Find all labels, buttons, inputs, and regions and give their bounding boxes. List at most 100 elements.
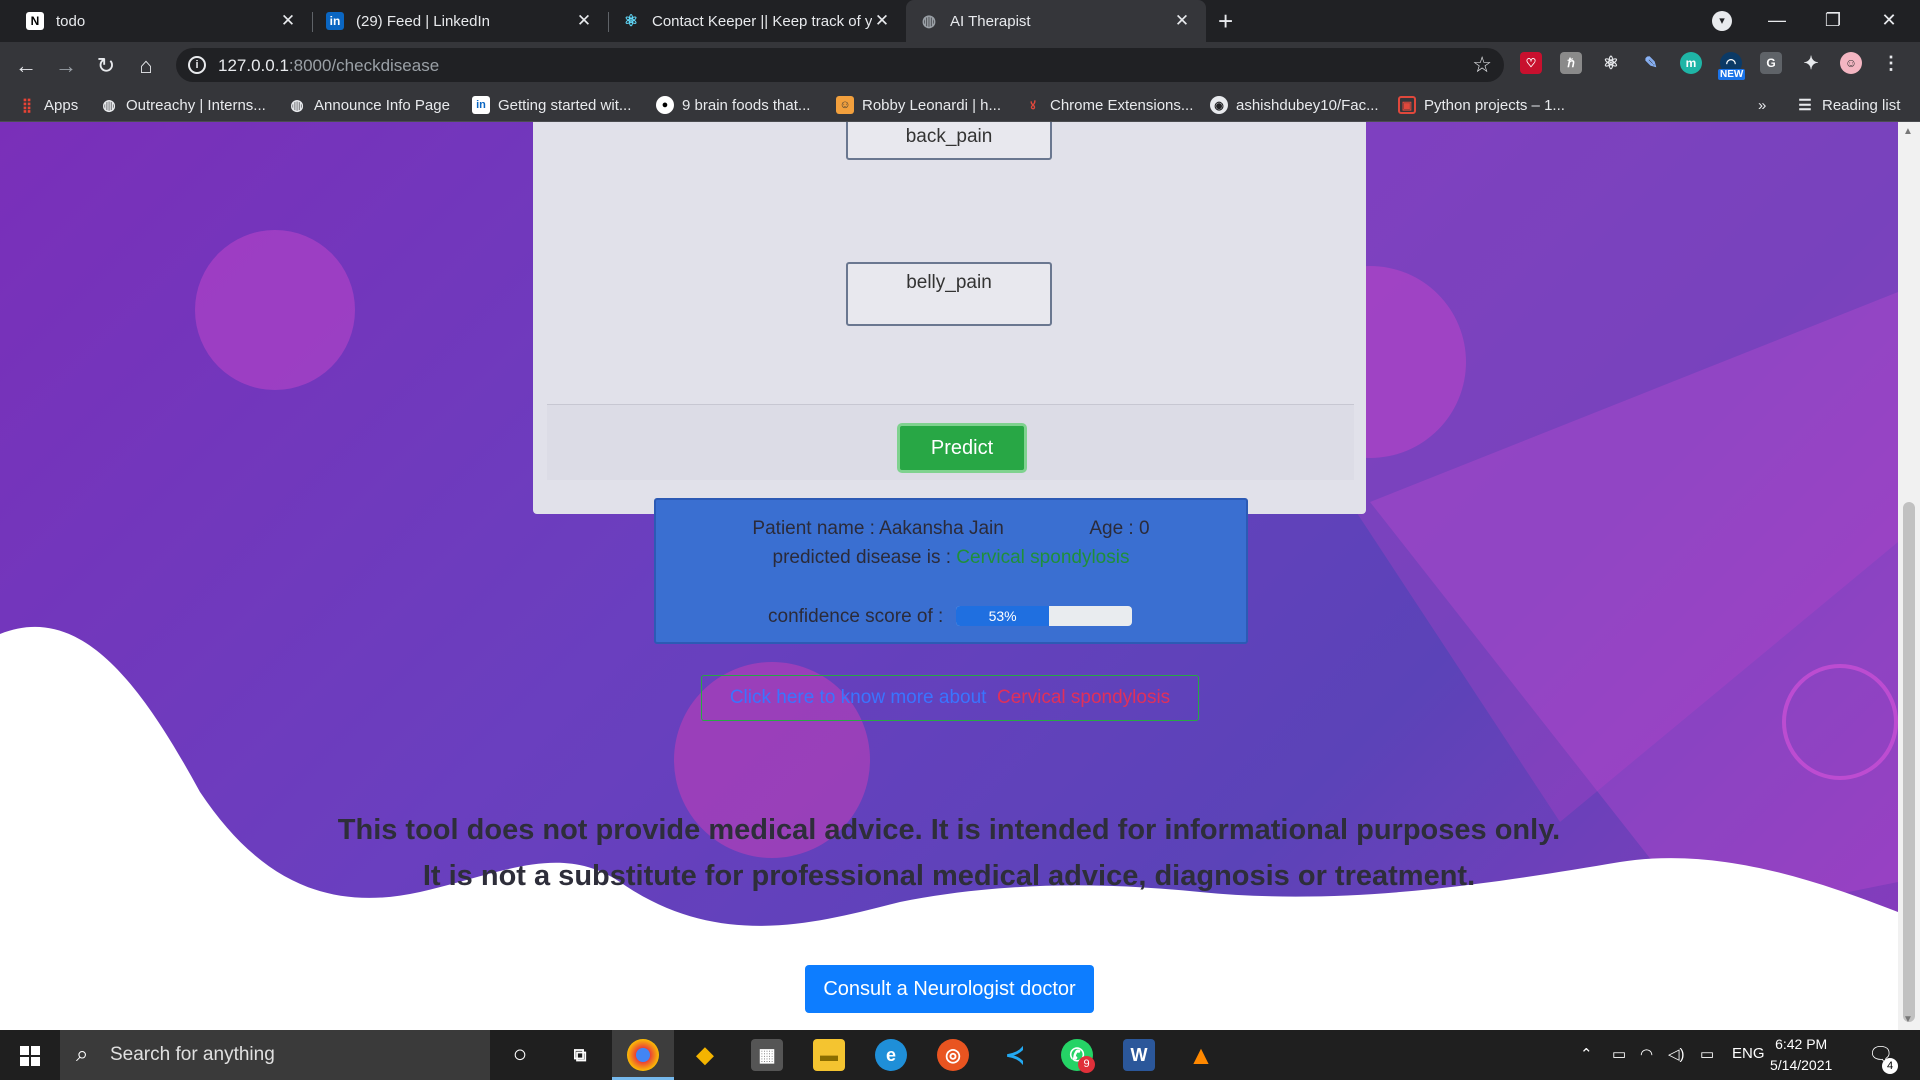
close-icon[interactable]: ✕ bbox=[872, 11, 892, 31]
edge-icon[interactable]: e bbox=[875, 1039, 907, 1071]
url-path: :8000/checkdisease bbox=[288, 56, 440, 75]
search-icon: ⌕ bbox=[76, 1041, 89, 1066]
patient-row: Patient name : Aakansha Jain Age : 0 bbox=[656, 518, 1246, 540]
extension-h-icon[interactable]: ℏ bbox=[1560, 52, 1582, 74]
bookmark-star-icon[interactable]: ☆ bbox=[1472, 52, 1492, 78]
bookmark-label: Chrome Extensions... bbox=[1050, 96, 1194, 114]
patient-name: Aakansha Jain bbox=[879, 518, 1004, 539]
volume-icon[interactable]: ◁) bbox=[1668, 1045, 1685, 1063]
predicted-disease: Cervical spondylosis bbox=[956, 547, 1130, 568]
disclaimer-line-1: This tool does not provide medical advic… bbox=[337, 814, 1561, 846]
minimize-icon[interactable]: ― bbox=[1750, 0, 1804, 40]
predict-button[interactable]: Predict bbox=[897, 423, 1027, 473]
scrollbar-thumb[interactable] bbox=[1903, 502, 1915, 1022]
chrome-icon[interactable] bbox=[627, 1039, 659, 1071]
bookmark-label: 9 brain foods that... bbox=[682, 96, 811, 114]
taskbar-search[interactable]: ⌕ Search for anything bbox=[60, 1030, 490, 1080]
symptom-form-card: back_pain belly_pain Predict bbox=[533, 122, 1366, 514]
symptom-field[interactable]: back_pain bbox=[846, 122, 1052, 160]
search-placeholder: Search for anything bbox=[110, 1044, 275, 1065]
tray-chevron-icon[interactable]: ⌃ bbox=[1580, 1045, 1593, 1063]
python-projects-icon: ▣ bbox=[1398, 96, 1416, 114]
file-explorer-icon[interactable]: ▬ bbox=[813, 1039, 845, 1071]
confidence-label: confidence score of : bbox=[768, 606, 944, 627]
cortana-icon[interactable]: ○ bbox=[504, 1039, 536, 1071]
more-bookmarks-icon[interactable]: » bbox=[1758, 95, 1766, 115]
address-bar[interactable]: i 127.0.0.1:8000/checkdisease ☆ bbox=[176, 48, 1504, 82]
language-indicator[interactable]: ENG bbox=[1732, 1045, 1765, 1062]
confidence-fill: 53% bbox=[956, 606, 1050, 626]
menu-kebab-icon[interactable]: ⋮ bbox=[1880, 52, 1902, 74]
back-icon[interactable]: ← bbox=[12, 52, 40, 80]
ubuntu-icon[interactable]: ◎ bbox=[937, 1039, 969, 1071]
close-icon[interactable]: ✕ bbox=[278, 11, 298, 31]
tab-linkedin[interactable]: in (29) Feed | LinkedIn ✕ bbox=[312, 0, 608, 42]
tab-todo[interactable]: N todo ✕ bbox=[12, 0, 312, 42]
forward-icon[interactable]: → bbox=[52, 52, 80, 80]
git-icon[interactable]: ◆ bbox=[689, 1039, 721, 1071]
page-viewport: back_pain belly_pain Predict Patient nam… bbox=[0, 122, 1920, 1030]
wifi-icon[interactable]: ◠ bbox=[1640, 1045, 1653, 1063]
home-icon[interactable]: ⌂ bbox=[132, 52, 160, 80]
consult-neurologist-button[interactable]: Consult a Neurologist doctor bbox=[805, 965, 1094, 1013]
bookmark-outreachy[interactable]: ◍ Outreachy | Interns... bbox=[100, 95, 266, 115]
reading-list[interactable]: ☰ Reading list bbox=[1796, 95, 1900, 115]
disclaimer-line-2: It is not a substitute for professional … bbox=[422, 860, 1476, 892]
windows-taskbar: ⌕ Search for anything ○ ⧉ ◆ ▦ ▬ e ◎ ≺ ✆ … bbox=[0, 1030, 1920, 1080]
store-icon[interactable]: ▦ bbox=[751, 1039, 783, 1071]
bookmark-python[interactable]: ▣ Python projects – 1... bbox=[1398, 95, 1565, 115]
bookmark-apps[interactable]: ⣿ Apps bbox=[18, 95, 78, 115]
apps-grid-icon: ⣿ bbox=[21, 96, 33, 113]
bookmark-label: Outreachy | Interns... bbox=[126, 96, 266, 114]
bookmark-chrome-ext[interactable]: ꙋ Chrome Extensions... bbox=[1024, 95, 1193, 115]
extension-m-icon[interactable]: m bbox=[1680, 52, 1702, 74]
bookmark-robby[interactable]: ☺ Robby Leonardi | h... bbox=[836, 95, 1001, 115]
close-icon[interactable]: ✕ bbox=[574, 11, 594, 31]
scroll-up-icon[interactable]: ▲ bbox=[1903, 126, 1913, 137]
close-icon[interactable]: ✕ bbox=[1172, 11, 1192, 31]
clock[interactable]: 6:42 PM 5/14/2021 bbox=[1770, 1034, 1832, 1076]
bookmark-label: Robby Leonardi | h... bbox=[862, 96, 1001, 114]
tab-search-icon[interactable]: ▾ bbox=[1712, 11, 1732, 31]
tab-title: Contact Keeper || Keep track of y bbox=[652, 12, 872, 30]
restore-icon[interactable]: ❐ bbox=[1806, 0, 1860, 40]
prediction-row: predicted disease is : Cervical spondylo… bbox=[656, 547, 1246, 569]
page-scrollbar[interactable]: ▲ ▼ bbox=[1898, 122, 1920, 1030]
age-label: Age : bbox=[1089, 518, 1139, 539]
know-more-link[interactable]: Click here to know more about Cervical s… bbox=[701, 675, 1199, 721]
avatar[interactable]: ☺ bbox=[1840, 52, 1862, 74]
bookmark-brain-foods[interactable]: ● 9 brain foods that... bbox=[656, 95, 810, 115]
windows-start-icon[interactable] bbox=[20, 1046, 40, 1066]
react-devtools-icon[interactable]: ⚛ bbox=[1600, 52, 1622, 74]
battery-icon[interactable]: ▭ bbox=[1700, 1045, 1714, 1063]
symptom-field[interactable]: belly_pain bbox=[846, 262, 1052, 326]
pocket-icon[interactable]: ♡ bbox=[1520, 52, 1542, 74]
browser-toolbar: ← → ↻ ⌂ i 127.0.0.1:8000/checkdisease ☆ bbox=[0, 42, 1920, 88]
vscode-icon[interactable]: ≺ bbox=[999, 1039, 1031, 1071]
github-icon: ◉ bbox=[1210, 96, 1228, 114]
notion-icon: N bbox=[26, 12, 44, 30]
new-badge: NEW bbox=[1718, 69, 1746, 80]
know-more-disease: Cervical spondylosis bbox=[997, 687, 1171, 708]
pen-icon[interactable]: ✎ bbox=[1640, 52, 1662, 74]
new-tab-icon[interactable]: + bbox=[1218, 6, 1233, 37]
window-close-icon[interactable]: ✕ bbox=[1862, 0, 1916, 40]
puzzle-icon[interactable]: ✦ bbox=[1800, 52, 1822, 74]
tab-title: (29) Feed | LinkedIn bbox=[356, 12, 490, 30]
bookmark-announce[interactable]: ◍ Announce Info Page bbox=[288, 95, 450, 115]
tab-ai-therapist[interactable]: ◍ AI Therapist ✕ bbox=[906, 0, 1206, 42]
tab-contact-keeper[interactable]: ⚛ Contact Keeper || Keep track of y ✕ bbox=[608, 0, 906, 42]
vlc-icon[interactable]: ▲ bbox=[1185, 1039, 1217, 1071]
task-view-icon[interactable]: ⧉ bbox=[564, 1039, 596, 1071]
scroll-down-icon[interactable]: ▼ bbox=[1903, 1014, 1913, 1025]
result-panel: Patient name : Aakansha Jain Age : 0 pre… bbox=[654, 498, 1248, 644]
bookmark-github[interactable]: ◉ ashishdubey10/Fac... bbox=[1210, 95, 1379, 115]
reload-icon[interactable]: ↻ bbox=[92, 52, 120, 80]
word-icon[interactable]: W bbox=[1123, 1039, 1155, 1071]
site-info-icon[interactable]: i bbox=[188, 56, 206, 74]
bookmark-getting-started[interactable]: in Getting started wit... bbox=[472, 95, 631, 115]
globe-icon: ◍ bbox=[290, 97, 304, 114]
tab-title: AI Therapist bbox=[950, 12, 1031, 30]
extension-g-icon[interactable]: G bbox=[1760, 52, 1782, 74]
meet-icon[interactable]: ▭ bbox=[1612, 1045, 1626, 1063]
